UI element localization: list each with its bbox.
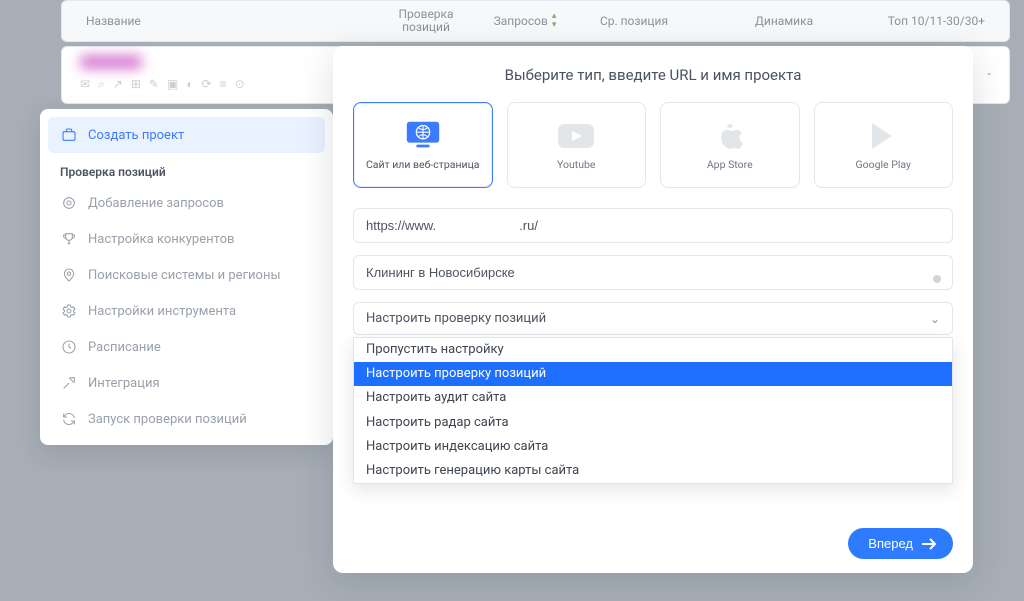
sidebar-item-schedule[interactable]: Расписание xyxy=(48,329,325,365)
sidebar-item-run-check[interactable]: Запуск проверки позиций xyxy=(48,401,325,437)
project-url-input[interactable] xyxy=(353,208,953,243)
project-type-selector: Сайт или веб-страница Youtube App Store … xyxy=(353,102,953,188)
dropdown-option[interactable]: Настроить радар сайта xyxy=(354,411,952,435)
sidebar-section-label: Проверка позиций xyxy=(48,153,325,185)
sidebar-item-add-queries[interactable]: Добавление запросов xyxy=(48,185,325,221)
type-label: Сайт или веб-страница xyxy=(366,158,480,171)
sidebar-item-integration[interactable]: Интеграция xyxy=(48,365,325,401)
dropdown-option[interactable]: Настроить индексацию сайта xyxy=(354,435,952,459)
chevron-down-icon: ⌄ xyxy=(930,312,940,326)
dropdown-option[interactable]: Настроить аудит сайта xyxy=(354,386,952,410)
sidebar-item-create-project[interactable]: Создать проект xyxy=(48,117,325,153)
clock-icon xyxy=(60,339,78,355)
integration-icon xyxy=(60,375,78,391)
sidebar-item-search-engines[interactable]: Поисковые системы и регионы xyxy=(48,257,325,293)
type-card-youtube[interactable]: Youtube xyxy=(507,102,647,188)
dropdown-option[interactable]: Настроить проверку позиций xyxy=(354,362,952,386)
type-label: App Store xyxy=(707,158,753,171)
status-dot-icon xyxy=(933,275,941,283)
next-step-select[interactable]: Настроить проверку позиций ⌄ xyxy=(353,302,953,335)
gear-icon xyxy=(60,303,78,319)
modal-title: Выберите тип, введите URL и имя проекта xyxy=(353,66,953,84)
create-project-modal: Выберите тип, введите URL и имя проекта … xyxy=(333,46,973,573)
type-card-website[interactable]: Сайт или веб-страница xyxy=(353,102,493,188)
trophy-icon xyxy=(60,231,78,247)
sidebar-item-label: Создать проект xyxy=(88,128,184,143)
select-value: Настроить проверку позиций xyxy=(366,311,546,326)
youtube-icon xyxy=(556,120,596,152)
map-pin-icon xyxy=(60,267,78,283)
sidebar-item-label: Запуск проверки позиций xyxy=(88,412,247,427)
briefcase-icon xyxy=(60,127,78,143)
forward-button[interactable]: Вперед xyxy=(848,528,953,559)
sidebar-item-label: Интеграция xyxy=(88,376,160,391)
arrow-right-icon xyxy=(921,537,937,551)
dropdown-option[interactable]: Пропустить настройку xyxy=(354,338,952,362)
sidebar-item-label: Поисковые системы и регионы xyxy=(88,268,281,283)
type-card-appstore[interactable]: App Store xyxy=(660,102,800,188)
project-name-input[interactable] xyxy=(353,255,953,290)
monitor-globe-icon xyxy=(403,120,443,152)
next-step-dropdown: Пропустить настройку Настроить проверку … xyxy=(353,337,953,484)
sidebar-item-label: Добавление запросов xyxy=(88,196,224,211)
sidebar-item-label: Настройка конкурентов xyxy=(88,232,234,247)
dropdown-option[interactable]: Настроить генерацию карты сайта xyxy=(354,459,952,483)
type-label: Youtube xyxy=(557,158,595,171)
type-card-googleplay[interactable]: Google Play xyxy=(814,102,954,188)
sidebar-item-label: Расписание xyxy=(88,340,161,355)
forward-button-label: Вперед xyxy=(868,536,913,551)
sidebar-item-label: Настройки инструмента xyxy=(88,304,236,319)
refresh-icon xyxy=(60,411,78,427)
appstore-icon xyxy=(710,120,750,152)
googleplay-icon xyxy=(863,120,903,152)
sidebar-item-competitors[interactable]: Настройка конкурентов xyxy=(48,221,325,257)
sidebar-item-tool-settings[interactable]: Настройки инструмента xyxy=(48,293,325,329)
type-label: Google Play xyxy=(855,158,911,171)
target-icon xyxy=(60,195,78,211)
wizard-sidebar: Создать проект Проверка позиций Добавлен… xyxy=(40,109,333,445)
